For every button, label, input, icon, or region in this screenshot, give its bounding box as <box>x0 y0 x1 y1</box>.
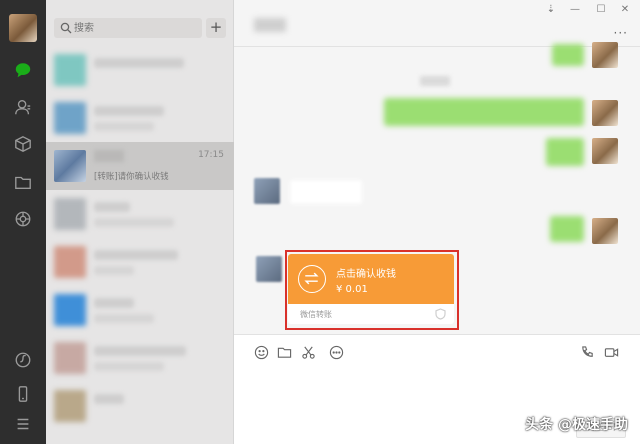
avatar <box>592 42 618 68</box>
moments-icon[interactable] <box>13 209 33 229</box>
conversation-item[interactable] <box>46 238 234 286</box>
shield-icon <box>435 308 446 320</box>
navigation-rail <box>0 0 46 444</box>
avatar <box>54 198 86 230</box>
avatar <box>254 178 280 204</box>
avatar <box>54 54 86 86</box>
conversation-item[interactable] <box>46 382 234 430</box>
search-bar[interactable] <box>54 18 202 38</box>
chat-bubble-icon[interactable] <box>329 345 345 361</box>
conversation-list: + 17:15 [转账]请你确认收钱 <box>46 0 234 444</box>
conversation-item[interactable] <box>46 190 234 238</box>
close-button[interactable]: ✕ <box>618 4 632 15</box>
message-bubble <box>290 180 362 204</box>
avatar <box>54 390 86 422</box>
transfer-card[interactable]: 点击确认收钱 ¥ 0.01 微信转账 <box>288 254 454 324</box>
message-bubble <box>384 98 584 126</box>
conversation-preview: [转账]请你确认收钱 <box>94 172 169 182</box>
conversation-item[interactable] <box>46 46 234 94</box>
phone-icon[interactable] <box>13 384 33 404</box>
transfer-title: 点击确认收钱 <box>336 269 396 280</box>
favorites-icon[interactable] <box>13 134 33 154</box>
files-icon[interactable] <box>13 172 33 192</box>
conversation-item[interactable] <box>46 286 234 334</box>
folder-icon[interactable] <box>277 345 293 361</box>
conversation-time: 17:15 <box>198 150 224 160</box>
transfer-amount: ¥ 0.01 <box>336 284 368 295</box>
phone-call-icon[interactable] <box>580 345 596 361</box>
conversation-item[interactable] <box>46 94 234 142</box>
menu-icon[interactable] <box>13 414 33 434</box>
avatar <box>256 256 282 282</box>
transfer-footer: 微信转账 <box>300 310 332 319</box>
miniprogram-icon[interactable] <box>13 350 33 370</box>
video-icon[interactable] <box>604 345 620 361</box>
avatar <box>592 138 618 164</box>
conversation-item-active[interactable]: 17:15 [转账]请你确认收钱 <box>46 142 234 190</box>
conversation-item[interactable] <box>46 334 234 382</box>
more-icon[interactable]: ··· <box>614 26 628 40</box>
avatar <box>54 294 86 326</box>
avatar <box>54 150 86 182</box>
contacts-icon[interactable] <box>13 97 33 117</box>
watermark-text: 头条 @极速手助 <box>525 417 628 433</box>
search-icon <box>60 22 72 34</box>
user-avatar[interactable] <box>9 14 37 42</box>
maximize-button[interactable]: ☐ <box>594 4 608 15</box>
minimize-button[interactable]: — <box>568 4 582 15</box>
transfer-icon <box>298 265 326 293</box>
avatar <box>592 100 618 126</box>
avatar <box>54 342 86 374</box>
message-bubble <box>552 44 584 66</box>
message-bubble <box>550 216 584 242</box>
system-message <box>420 76 450 86</box>
chat-icon[interactable] <box>13 60 33 80</box>
message-bubble <box>546 138 584 166</box>
pin-icon[interactable]: ⇣ <box>544 4 558 15</box>
chat-title <box>254 18 286 32</box>
emoji-icon[interactable] <box>254 345 270 361</box>
scissors-icon[interactable] <box>301 345 317 361</box>
add-button[interactable]: + <box>206 18 226 38</box>
search-input[interactable] <box>74 18 198 38</box>
avatar <box>54 102 86 134</box>
chat-panel: ⇣ — ☐ ✕ ··· 点击确认收钱 ¥ 0.01 微信转账 发送(S) 头条 … <box>234 0 640 444</box>
avatar <box>592 218 618 244</box>
avatar <box>54 246 86 278</box>
